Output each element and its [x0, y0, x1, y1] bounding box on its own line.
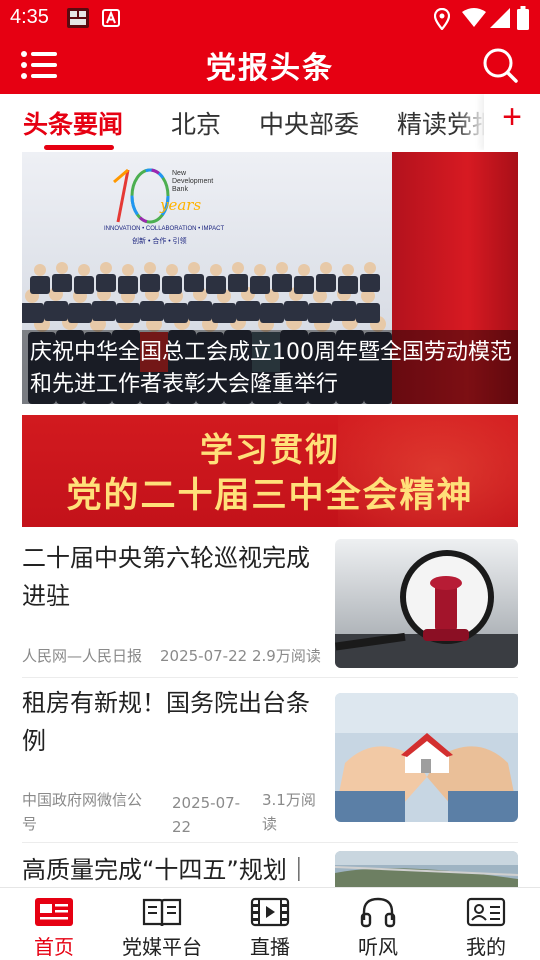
nav-label: 听风 [358, 935, 398, 959]
nav-profile[interactable]: 我的 [432, 888, 540, 960]
app-notification-icon [66, 7, 90, 33]
font-notification-icon [102, 9, 120, 31]
news-source: 人民网—人民日报 [22, 647, 143, 665]
tab-headlines[interactable]: 头条要闻 [23, 105, 123, 141]
channel-tabs: 头条要闻 北京 中央部委 精读党报 + [0, 94, 540, 150]
film-play-icon [250, 897, 290, 927]
news-thumbnail[interactable] [335, 539, 518, 668]
headphones-icon [360, 897, 396, 928]
newspaper-icon [35, 898, 73, 926]
nav-label: 直播 [250, 935, 290, 959]
logo-tagline-cn: 创新 • 合作 • 引领 [132, 238, 187, 245]
book-icon [142, 898, 182, 927]
app-header: 党报头条 [0, 36, 540, 94]
wifi-icon [462, 8, 486, 32]
news-item[interactable]: 二十届中央第六轮巡视完成进驻 人民网—人民日报 2025-07-22 2.9万阅… [22, 539, 518, 669]
status-time: 4:35 [10, 6, 49, 28]
profile-card-icon [466, 897, 506, 927]
nav-live[interactable]: 直播 [216, 888, 324, 960]
plus-icon: + [502, 98, 522, 136]
bottom-navigation: 首页 党媒平台 直播 听风 我的 [0, 887, 540, 960]
magnifier-stamp-image [335, 539, 518, 668]
location-icon [433, 7, 451, 34]
news-reads: 2.9万阅读 [252, 647, 321, 665]
hero-caption[interactable]: 庆祝中华全国总工会成立100周年暨全国劳动模范和先进工作者表彰大会隆重举行 [30, 337, 512, 401]
hands-holding-house-image [335, 693, 518, 822]
logo-tagline: INNOVATION • COLLABORATION • IMPACT [104, 226, 225, 232]
nav-label: 我的 [466, 935, 506, 959]
search-button[interactable] [482, 47, 518, 83]
news-headline[interactable]: 租房有新规！国务院出台条例 [22, 684, 320, 760]
search-icon [483, 48, 518, 83]
nav-media-platform[interactable]: 党媒平台 [108, 888, 216, 960]
news-headline[interactable]: 二十届中央第六轮巡视完成进驻 [22, 539, 320, 615]
list-divider [22, 842, 518, 843]
status-bar: 4:35 [0, 0, 540, 36]
news-item[interactable]: 租房有新规！国务院出台条例 中国政府网微信公号 2025-07-22 3.1万阅… [22, 684, 518, 836]
signal-icon [490, 8, 510, 32]
app-title: 党报头条 [206, 51, 334, 86]
news-thumbnail[interactable] [335, 693, 518, 822]
banner-line-1: 学习贯彻 [200, 430, 340, 469]
add-channel-button[interactable]: + [484, 94, 540, 150]
tab-beijing[interactable]: 北京 [171, 105, 221, 141]
logo-text: New Development Bank [172, 170, 214, 193]
aerial-landscape-image [335, 851, 518, 887]
tab-central-ministries[interactable]: 中央部委 [259, 105, 359, 141]
logo-years: years [160, 196, 202, 214]
nav-label: 首页 [34, 935, 74, 959]
active-tab-indicator [44, 145, 114, 150]
nav-label: 党媒平台 [122, 935, 202, 959]
hero-caption-overlay: 庆祝中华全国总工会成立100周年暨全国劳动模范和先进工作者表彰大会隆重举行 [22, 330, 518, 404]
tab-fade [456, 94, 486, 150]
hero-carousel[interactable]: New Development Bank years INNOVATION • CO… [22, 152, 518, 404]
battery-icon [517, 6, 529, 34]
study-banner[interactable]: 学习贯彻 党的二十届三中全会精神 [22, 415, 518, 527]
news-source: 中国政府网微信公号 [22, 791, 143, 833]
news-date: 2025-07-22 [160, 647, 248, 665]
news-reads: 3.1万阅读 [262, 791, 316, 833]
banner-line-2: 党的二十届三中全会精神 [66, 476, 474, 516]
nav-home[interactable]: 首页 [0, 888, 108, 960]
news-thumbnail[interactable] [335, 851, 518, 887]
list-divider [22, 677, 518, 678]
news-date: 2025-07-22 [172, 794, 241, 836]
news-headline[interactable]: 高质量完成“十四五”规划｜ [22, 851, 320, 887]
nav-listen[interactable]: 听风 [324, 888, 432, 960]
news-item[interactable]: 高质量完成“十四五”规划｜ [22, 851, 518, 887]
